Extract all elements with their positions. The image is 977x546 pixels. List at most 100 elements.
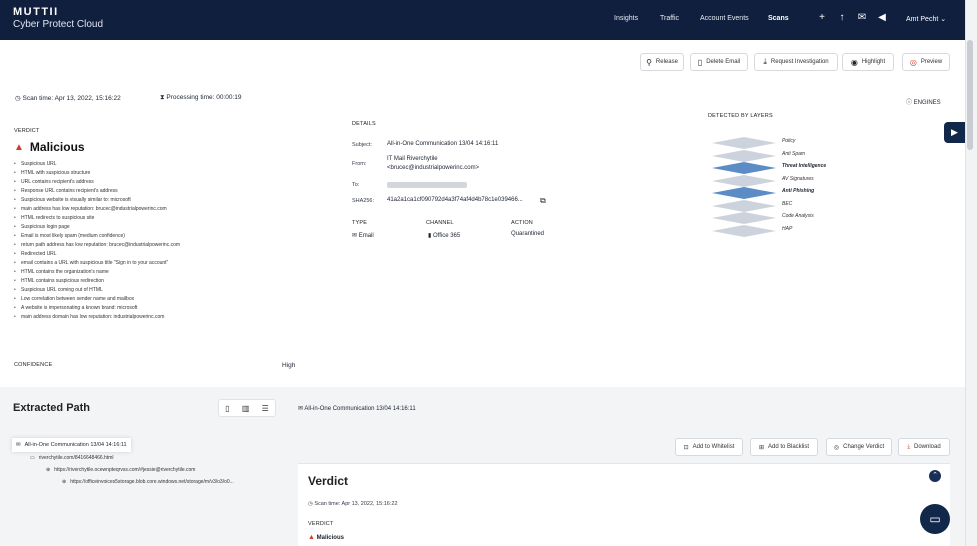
- layer-shape: [712, 186, 776, 199]
- verdict-reason: main address domain has low reputation: …: [14, 313, 294, 322]
- tree-item-redirect[interactable]: ⊕ https://officeinvoices5storage.blob.co…: [62, 479, 234, 485]
- document-view-icon[interactable]: ▯: [225, 404, 229, 413]
- type-value: ✉ Email: [352, 232, 374, 239]
- verdict-reason: Suspicious URL: [14, 160, 294, 169]
- verdict-icon: ◎: [833, 444, 840, 451]
- type-label: TYPE: [352, 220, 368, 226]
- verdict-card-title: Verdict: [308, 474, 349, 488]
- sha-value: 41a2a1ca1cf090792d4a3f74af4d4b78c1e03946…: [387, 197, 523, 203]
- details-heading: DETAILS: [352, 121, 376, 127]
- investigation-icon: ⤓: [763, 57, 767, 66]
- nav-scans[interactable]: Scans: [768, 15, 789, 22]
- whitelist-icon: ⊡: [683, 444, 689, 451]
- add-icon[interactable]: +: [816, 12, 828, 24]
- preview-button[interactable]: ◎ Preview: [902, 53, 950, 71]
- type-text: Email: [358, 233, 374, 239]
- subject-value: All-in-One Communication 13/04 14:16:11: [387, 141, 499, 147]
- layer-shape: [712, 211, 776, 224]
- file-icon: ▭: [30, 455, 35, 461]
- message-icon[interactable]: ✉: [856, 12, 868, 24]
- subject-label: Subject:: [352, 142, 372, 148]
- layer-label: HAP: [782, 225, 793, 232]
- tree-item-url[interactable]: ⊕ https://riverchytile.ocewnpteqrvss.com…: [46, 467, 195, 473]
- add-to-blacklist-button[interactable]: ⊞ Add to Blacklist: [750, 438, 818, 456]
- add-to-whitelist-button[interactable]: ⊡ Add to Whitelist: [675, 438, 743, 456]
- highlight-button[interactable]: ◉ Highlight: [842, 53, 894, 71]
- request-investigation-button[interactable]: ⤓ Request Investigation: [754, 53, 838, 71]
- download-label: Download: [913, 444, 941, 450]
- globe-icon: ⊕: [46, 467, 51, 473]
- verdict-reason: A website is impersonating a known brand…: [14, 304, 294, 313]
- preview-label: Preview: [920, 59, 943, 65]
- tree-item-html[interactable]: ▭ riverchytile.com/8416648466.html: [30, 455, 114, 461]
- tree-root-label: All-in-One Communication 13/04 14:16:11: [24, 442, 127, 448]
- card-scan-time-text: Scan time: Apr 13, 2022, 15:16:22: [314, 501, 398, 507]
- change-verdict-button[interactable]: ◎ Change Verdict: [826, 438, 892, 456]
- globe-icon: ⊕: [62, 479, 67, 485]
- assistant-widget-button[interactable]: ▶: [944, 122, 965, 143]
- from-label: From:: [352, 161, 367, 167]
- layer-shape: [712, 174, 776, 187]
- extracted-path-title: Extracted Path: [13, 402, 91, 414]
- engines-toggle[interactable]: ⓘ ENGINES: [906, 97, 941, 106]
- release-button[interactable]: ⚲ Release: [640, 53, 684, 71]
- verdict-heading: VERDICT: [14, 128, 40, 134]
- download-button[interactable]: ⤓ Download: [898, 438, 950, 456]
- verdict-reason: HTML with suspicious structure: [14, 169, 294, 178]
- email-icon: ✉: [16, 442, 21, 448]
- nav-traffic[interactable]: Traffic: [660, 15, 679, 22]
- card-verdict-text: Malicious: [316, 535, 344, 541]
- to-label: To:: [352, 182, 360, 188]
- office-icon: ▮: [428, 233, 432, 239]
- from-email: <brucec@industrialpowerinc.com>: [387, 165, 480, 171]
- tree-root-item[interactable]: ✉ All-in-One Communication 13/04 14:16:1…: [12, 438, 131, 452]
- chat-icon[interactable]: ▭: [920, 504, 950, 534]
- nav-insights[interactable]: Insights: [614, 15, 638, 22]
- upload-icon[interactable]: ↑: [836, 12, 848, 24]
- change-verdict-label: Change Verdict: [843, 444, 885, 450]
- verdict-value: ▲ Malicious: [14, 140, 85, 154]
- verdict-card: Verdict ◷ Scan time: Apr 13, 2022, 15:16…: [298, 463, 950, 546]
- from-name: IT Mail Riverchytile: [387, 156, 438, 162]
- layer-label: Code Analysis: [782, 213, 814, 219]
- tree-view-icon[interactable]: ☰: [262, 404, 269, 413]
- user-menu[interactable]: Amt Pecht ⌄: [906, 15, 946, 23]
- verdict-reason: Email is most likely spam (medium confid…: [14, 232, 294, 241]
- split-view-icon[interactable]: ▥: [242, 404, 250, 413]
- delete-email-button[interactable]: ▯ Delete Email: [690, 53, 748, 71]
- megaphone-icon[interactable]: ◀: [876, 12, 888, 24]
- preview-icon: ◎: [909, 57, 917, 67]
- card-scan-time: ◷ Scan time: Apr 13, 2022, 15:16:22: [308, 501, 398, 507]
- top-navigation-bar: MUTTII Cyber Protect Cloud Insights Traf…: [0, 0, 965, 40]
- card-verdict-value: ▲ Malicious: [308, 534, 344, 541]
- verdict-reason: HTML contains the organization's name: [14, 268, 294, 277]
- brand-logo[interactable]: MUTTII Cyber Protect Cloud: [13, 6, 103, 30]
- nav-account-events[interactable]: Account Events: [700, 15, 749, 22]
- engines-label: ENGINES: [913, 100, 941, 106]
- blacklist-label: Add to Blacklist: [768, 444, 810, 450]
- verdict-reason: Low correlation between sender name and …: [14, 295, 294, 304]
- copy-icon[interactable]: ⧉: [540, 196, 546, 206]
- verdict-reason: main address has low reputation: brucec@…: [14, 205, 294, 214]
- verdict-text: Malicious: [29, 140, 85, 154]
- confidence-label: CONFIDENCE: [14, 362, 53, 368]
- verdict-reason: HTML contains suspicious redirection: [14, 277, 294, 286]
- layer-shape: [712, 149, 776, 162]
- processing-time: ⧗ Processing time: 00:00:19: [160, 94, 242, 101]
- processing-time-text: Processing time: 00:00:19: [166, 94, 242, 101]
- email-icon: ✉: [352, 233, 358, 239]
- whitelist-label: Add to Whitelist: [692, 444, 735, 450]
- verdict-reasons-list: Suspicious URLHTML with suspicious struc…: [14, 160, 294, 322]
- tree-item-url-label: https://riverchytile.ocewnpteqrvss.com/#…: [54, 467, 196, 473]
- verdict-reason: Redirected URL: [14, 250, 294, 259]
- extracted-header-item: ✉ All-in-One Communication 13/04 14:16:1…: [298, 405, 416, 412]
- collapse-icon[interactable]: ⌃: [929, 470, 941, 482]
- brand-name: MUTTII: [13, 6, 59, 18]
- view-toggle: ▯ ▥ ☰: [218, 399, 276, 417]
- chevron-down-icon: ⌄: [940, 16, 947, 23]
- channel-label: CHANNEL: [426, 220, 454, 226]
- verdict-reason: return path address has low reputation: …: [14, 241, 294, 250]
- blacklist-icon: ⊞: [758, 444, 764, 451]
- verdict-reason: URL contains recipient's address: [14, 178, 294, 187]
- scrollbar-thumb[interactable]: [967, 40, 973, 150]
